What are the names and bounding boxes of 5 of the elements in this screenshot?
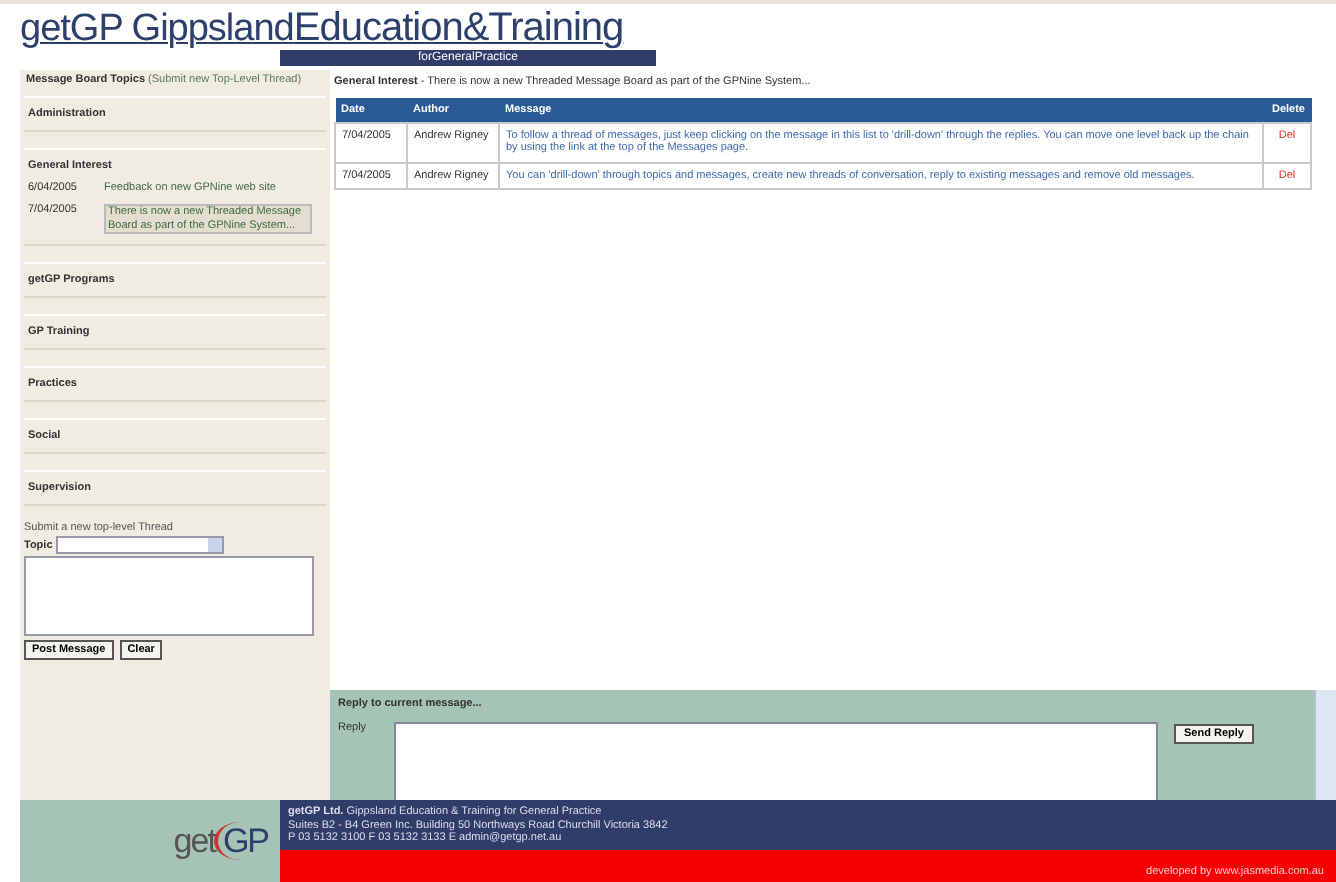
scrollbar[interactable] bbox=[1314, 690, 1336, 801]
site-logo[interactable]: getGP GippslandEducation&Training bbox=[20, 6, 624, 52]
topic-select[interactable] bbox=[56, 536, 225, 555]
message-input[interactable] bbox=[24, 556, 314, 637]
footer-logo: get GP bbox=[173, 821, 268, 862]
